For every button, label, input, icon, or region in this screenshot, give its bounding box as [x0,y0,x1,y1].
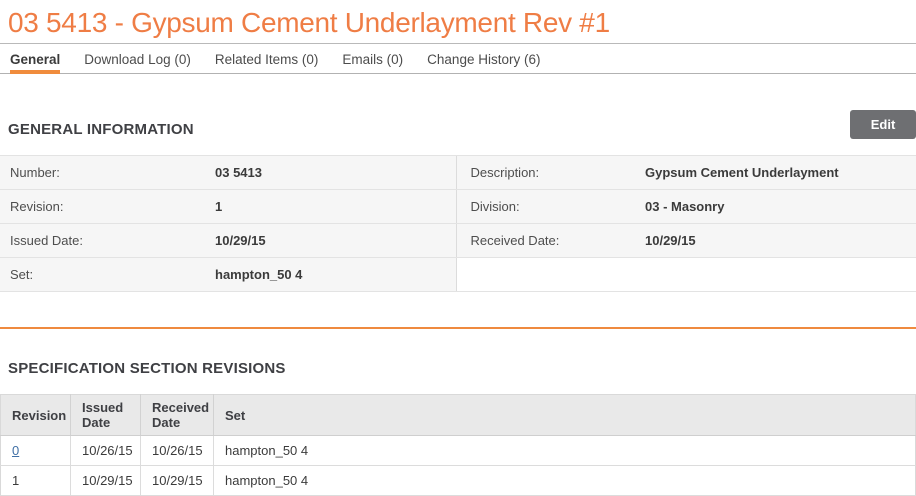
tab-emails[interactable]: Emails (0) [342,44,403,73]
set-field-label: Set: [0,257,215,292]
received-date-field-label: Received Date: [455,223,645,258]
revision-0-link[interactable]: 0 [12,443,19,458]
table-row: Issued Date: 10/29/15 Received Date: 10/… [0,223,916,258]
page-title: 03 5413 - Gypsum Cement Underlayment Rev… [8,7,610,38]
received-date-cell: 10/26/15 [140,435,214,466]
issued-date-cell: 10/29/15 [70,465,141,496]
revisions-table: Revision Issued Date Received Date Set 0… [0,394,916,496]
empty-field-value [645,257,916,292]
division-field-value: 03 - Masonry [645,189,916,224]
division-field-label: Division: [455,189,645,224]
column-header-issued-date: Issued Date [70,394,141,436]
issued-date-field-label: Issued Date: [0,223,215,258]
revisions-table-header-row: Revision Issued Date Received Date Set [0,394,916,436]
column-header-set: Set [213,394,916,436]
section-divider [0,327,916,329]
column-header-revision: Revision [0,394,71,436]
revision-field-label: Revision: [0,189,215,224]
table-row: Revision: 1 Division: 03 - Masonry [0,189,916,224]
revision-cell: 1 [0,465,71,496]
issued-date-cell: 10/26/15 [70,435,141,466]
column-header-received-date: Received Date [140,394,214,436]
table-row: 0 10/26/15 10/26/15 hampton_50 4 [0,435,916,466]
table-row: 1 10/29/15 10/29/15 hampton_50 4 [0,465,916,496]
received-date-field-value: 10/29/15 [645,223,916,258]
description-field-label: Description: [455,155,645,190]
empty-field-label [455,257,645,292]
revision-cell: 0 [0,435,71,466]
revision-field-value: 1 [215,189,456,224]
spec-section-detail-page: 03 5413 - Gypsum Cement Underlayment Rev… [0,0,916,496]
tab-related-items[interactable]: Related Items (0) [215,44,319,73]
number-field-value: 03 5413 [215,155,456,190]
set-cell: hampton_50 4 [213,465,916,496]
edit-button[interactable]: Edit [850,110,916,139]
description-field-value: Gypsum Cement Underlayment [645,155,916,190]
table-row: Set: hampton_50 4 [0,257,916,292]
set-field-value: hampton_50 4 [215,257,456,292]
table-row: Number: 03 5413 Description: Gypsum Ceme… [0,155,916,190]
specification-section-revisions-heading: SPECIFICATION SECTION REVISIONS [8,360,286,377]
general-information-heading: GENERAL INFORMATION [8,121,194,138]
issued-date-field-value: 10/29/15 [215,223,456,258]
received-date-cell: 10/29/15 [140,465,214,496]
tab-general[interactable]: General [10,44,61,74]
tab-change-history[interactable]: Change History (6) [427,44,540,73]
number-field-label: Number: [0,155,215,190]
tab-download-log[interactable]: Download Log (0) [84,44,191,73]
set-cell: hampton_50 4 [213,435,916,466]
general-information-header: GENERAL INFORMATION Edit [0,110,916,139]
general-information-table: Number: 03 5413 Description: Gypsum Ceme… [0,155,916,292]
tab-bar: General Download Log (0) Related Items (… [0,43,916,74]
